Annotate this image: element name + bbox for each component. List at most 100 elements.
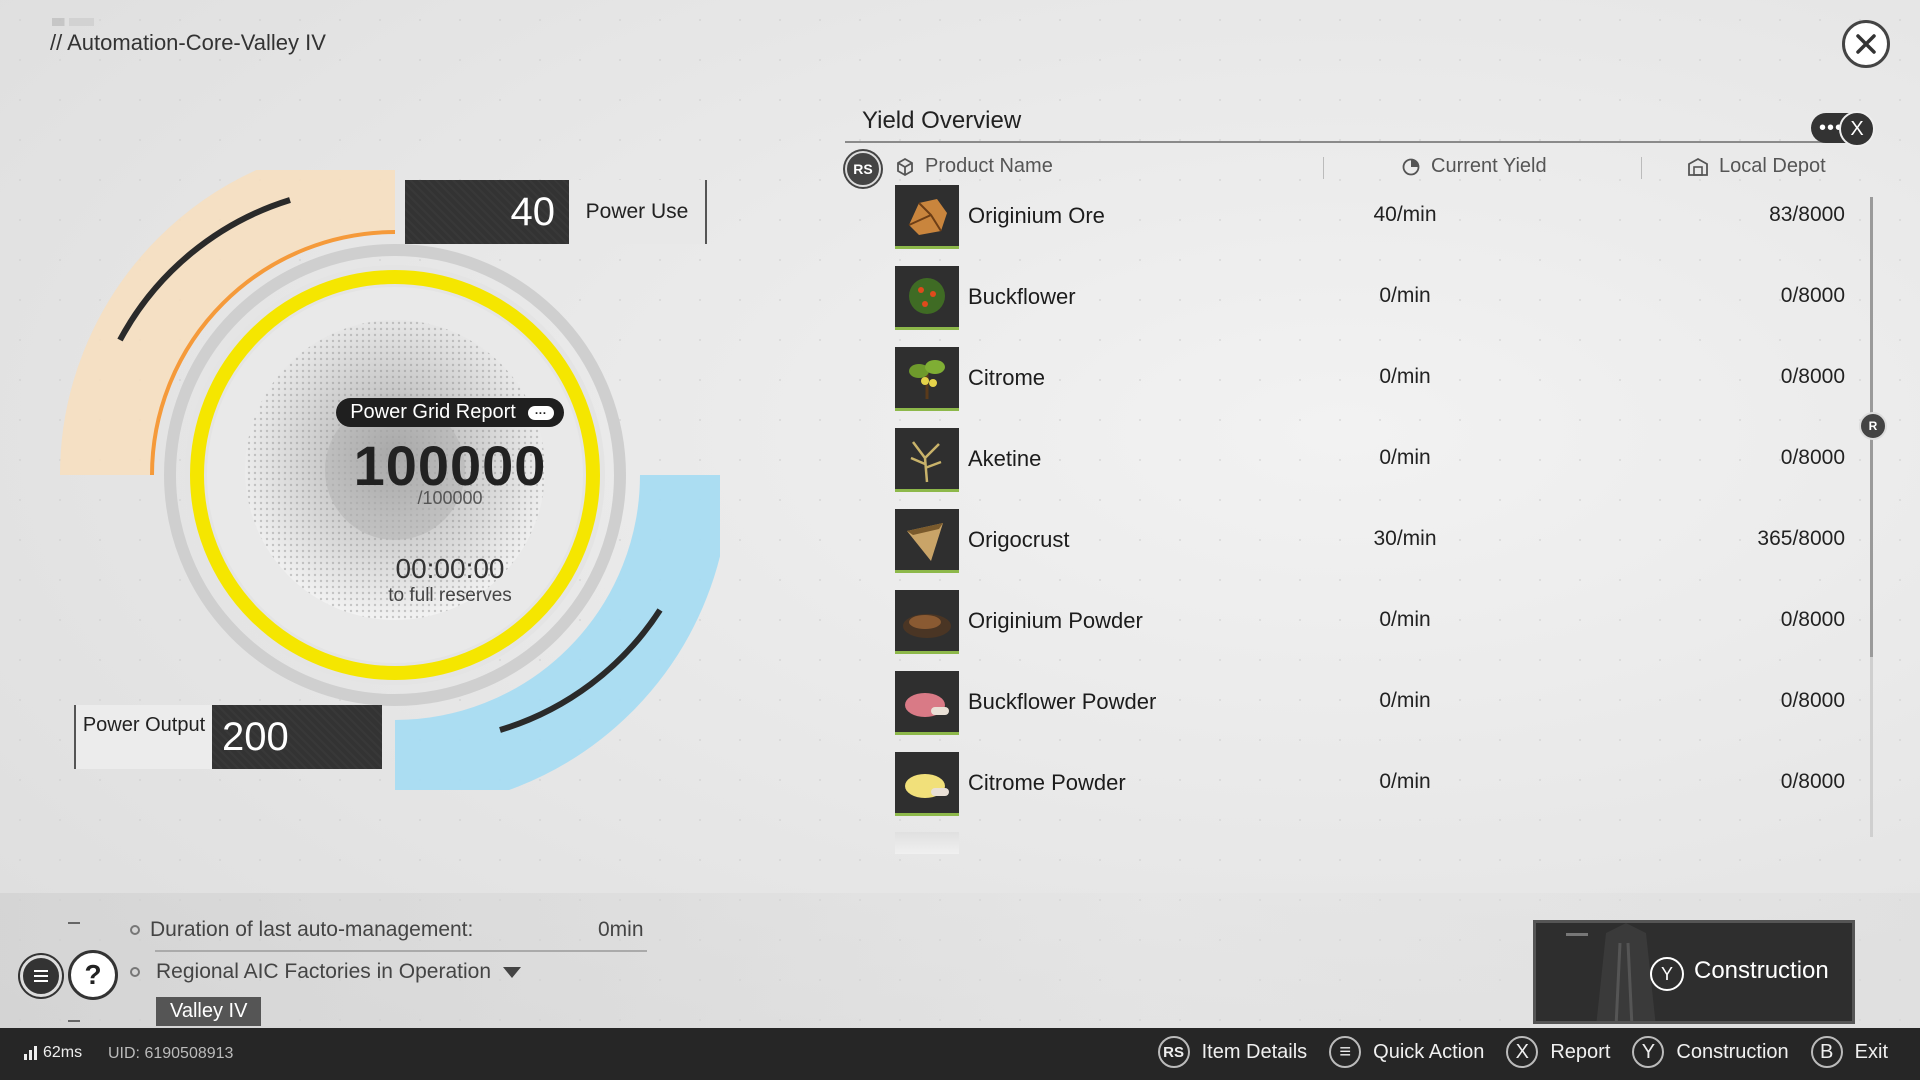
- cube-icon: [897, 157, 913, 176]
- item-thumbnail: [895, 185, 959, 249]
- menu-button[interactable]: [20, 955, 62, 997]
- table-row[interactable]: Originium Powder 0/min 0/8000: [895, 590, 1845, 671]
- x-button-icon: X: [1506, 1036, 1539, 1068]
- footer-bar: 62ms UID: 6190508913 RS Item Details ≡ Q…: [0, 1028, 1920, 1080]
- col-local-depot[interactable]: Local Depot: [1687, 155, 1826, 178]
- product-yield: 0/min: [1379, 689, 1431, 712]
- user-id: UID: 6190508913: [108, 1045, 234, 1062]
- breadcrumb-text: // Automation-Core-Valley IV: [50, 30, 326, 55]
- item-thumbnail: [895, 509, 959, 573]
- product-depot: 365/8000: [1757, 527, 1845, 550]
- b-button-icon: B: [1810, 1036, 1843, 1068]
- next-item-peek: [895, 832, 959, 854]
- table-row[interactable]: Originium Ore 40/min 83/8000: [895, 185, 1845, 266]
- breadcrumb: // Automation-Core-Valley IV: [50, 18, 326, 56]
- product-depot: 0/8000: [1780, 365, 1845, 388]
- close-button[interactable]: [1842, 20, 1890, 68]
- buckflower-icon: [909, 278, 945, 314]
- help-button[interactable]: ?: [68, 950, 118, 1000]
- power-output-box: Power Output 200: [74, 705, 382, 769]
- hint-quick-action[interactable]: ≡ Quick Action: [1329, 1036, 1484, 1068]
- product-name: Origocrust: [968, 527, 1070, 552]
- button-hints: RS Item Details ≡ Quick Action X Report …: [1150, 1036, 1888, 1068]
- product-name: Citrome Powder: [968, 770, 1126, 795]
- col-current-yield[interactable]: Current Yield: [1401, 155, 1547, 178]
- product-name: Buckflower Powder: [968, 689, 1157, 714]
- hint-label: Item Details: [1201, 1040, 1308, 1063]
- hint-label: Report: [1550, 1040, 1611, 1063]
- product-yield: 40/min: [1373, 203, 1437, 226]
- yield-options-button[interactable]: ••• X: [1811, 111, 1875, 147]
- col-product-name[interactable]: Product Name: [895, 155, 1053, 178]
- table-row[interactable]: Buckflower 0/min 0/8000: [895, 266, 1845, 347]
- power-use-value: 40: [405, 180, 569, 244]
- product-yield: 0/min: [1379, 284, 1431, 307]
- hint-label: Exit: [1854, 1040, 1888, 1063]
- origocrust-icon: [907, 523, 943, 561]
- product-yield: 0/min: [1379, 608, 1431, 631]
- divider-dash: [68, 1020, 80, 1022]
- power-grid-gauge: Power Grid Report ··· 100000 /100000 00:…: [60, 170, 720, 790]
- product-yield: 0/min: [1379, 446, 1431, 469]
- product-depot: 0/8000: [1780, 689, 1845, 712]
- gauge-center: Power Grid Report ··· 100000 /100000 00:…: [280, 398, 620, 607]
- item-thumbnail: [895, 590, 959, 654]
- x-button-icon: X: [1839, 111, 1875, 147]
- citrome-powder-icon: [905, 774, 949, 798]
- item-thumbnail: [895, 671, 959, 735]
- product-yield: 30/min: [1373, 527, 1437, 550]
- construction-label: Construction: [1694, 957, 1829, 984]
- table-row[interactable]: Origocrust 30/min 365/8000: [895, 509, 1845, 590]
- y-button-icon: Y: [1650, 957, 1684, 991]
- hint-construction[interactable]: Y Construction: [1632, 1036, 1789, 1068]
- y-button-icon: Y: [1632, 1036, 1665, 1068]
- table-row[interactable]: Citrome 0/min 0/8000: [895, 347, 1845, 428]
- reserve-timer-label: to full reserves: [388, 585, 512, 606]
- product-name: Aketine: [968, 446, 1042, 471]
- table-row[interactable]: Aketine 0/min 0/8000: [895, 428, 1845, 509]
- info-divider: [155, 950, 647, 952]
- r-stick-icon: R: [1859, 412, 1887, 440]
- table-row[interactable]: Citrome Powder 0/min 0/8000: [895, 752, 1845, 833]
- product-name: Citrome: [968, 365, 1046, 390]
- menu-button-icon: ≡: [1329, 1036, 1362, 1068]
- bullet-icon: [130, 925, 140, 935]
- product-depot: 0/8000: [1780, 608, 1845, 631]
- product-depot: 0/8000: [1780, 284, 1845, 307]
- bullet-icon: [130, 967, 140, 977]
- caret-down-icon: [503, 966, 522, 978]
- product-name: Originium Powder: [968, 608, 1143, 633]
- factories-label: Regional AIC Factories in Operation: [156, 960, 492, 983]
- item-thumbnail: [895, 428, 959, 492]
- table-row[interactable]: Buckflower Powder 0/min 0/8000: [895, 671, 1845, 752]
- header-separator: [1323, 157, 1324, 179]
- hint-report[interactable]: X Report: [1506, 1036, 1610, 1068]
- item-thumbnail: [895, 752, 959, 816]
- power-output-value: 200: [212, 705, 382, 769]
- originium-ore-icon: [908, 199, 947, 235]
- rs-button-icon: RS: [1157, 1036, 1190, 1068]
- power-grid-report-button[interactable]: Power Grid Report ···: [336, 398, 564, 427]
- construction-card[interactable]: Y Construction: [1533, 920, 1855, 1024]
- rs-button-icon: RS: [845, 151, 881, 187]
- hint-item-details[interactable]: RS Item Details: [1157, 1036, 1308, 1068]
- signal-icon: [24, 1046, 37, 1060]
- network-status: 62ms: [24, 1044, 82, 1062]
- region-chip[interactable]: Valley IV: [156, 997, 262, 1026]
- product-depot: 0/8000: [1780, 446, 1845, 469]
- auto-management-row: Duration of last auto-management: 0min: [130, 918, 644, 942]
- divider-dash: [68, 922, 80, 924]
- hamburger-icon: [34, 970, 48, 982]
- depot-icon: [1688, 157, 1708, 176]
- yield-list: Originium Ore 40/min 83/8000 Buckflower …: [895, 185, 1845, 833]
- hint-exit[interactable]: B Exit: [1810, 1036, 1888, 1068]
- factories-dropdown[interactable]: Regional AIC Factories in Operation: [130, 960, 522, 984]
- originium-powder-icon: [903, 614, 951, 638]
- hint-label: Quick Action: [1373, 1040, 1485, 1063]
- header-separator: [1641, 157, 1642, 179]
- buckflower-powder-icon: [905, 693, 949, 717]
- product-name: Originium Ore: [968, 203, 1105, 228]
- power-grid-report-label: Power Grid Report: [350, 401, 516, 423]
- col-local-depot-label: Local Depot: [1719, 155, 1826, 177]
- power-reserve-capacity: /100000: [417, 488, 483, 508]
